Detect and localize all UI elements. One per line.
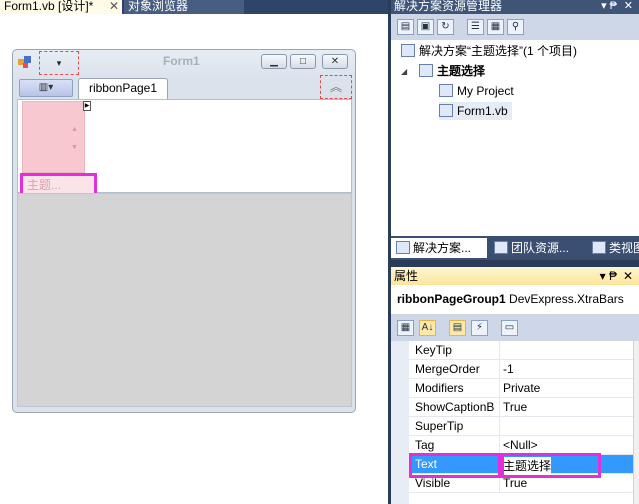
object-type: DevExpress.XtraBars [509,292,624,306]
close-button[interactable]: ✕ [322,54,348,69]
property-object-selector[interactable]: ribbonPageGroup1 DevExpress.XtraBars [391,285,639,315]
property-value: True [503,476,528,490]
designer-surface: ▾ Form1 ▁ □ ✕ ▥▾ ribbonPage1 ︽ ▲ ▼ ▶ 主题.… [0,14,388,504]
view-designer-icon[interactable]: ▦ [487,19,504,35]
properties-header: 属性 ▾ ₱ ✕ [391,267,639,285]
property-row[interactable]: Modifiers Private [409,379,633,398]
property-row[interactable]: MergeOrder -1 [409,360,633,379]
property-value: <Null> [503,438,538,452]
form-icon [18,56,31,68]
categorized-icon[interactable]: ▦ [397,320,414,336]
events-icon[interactable]: ⚡ [471,320,488,336]
scroll-down-icon: ▼ [71,144,78,151]
solution-explorer-icon [396,241,410,254]
column-divider [499,398,500,417]
property-name: SuperTip [415,419,464,433]
tree-label: 主题选择 [437,64,486,78]
class-view-icon [592,241,606,254]
tree-item-my-project[interactable]: My Project [439,82,514,100]
form-window[interactable]: ▾ Form1 ▁ □ ✕ ▥▾ ribbonPage1 ︽ ▲ ▼ ▶ 主题.… [12,49,356,413]
solution-icon [401,44,415,57]
scroll-up-icon: ▲ [71,126,78,133]
column-divider [499,341,500,360]
property-name: ShowCaptionButton [415,400,495,414]
pin-icon[interactable]: ▾ ₱ [601,0,617,13]
panel-title: 解决方案资源管理器 [394,0,503,13]
tab-label: Form1.vb [设计]* [4,0,94,13]
property-value: Private [503,381,541,395]
property-name: Tag [415,438,435,452]
tree-label: Form1.vb [457,104,508,118]
maximize-button[interactable]: □ [290,54,316,69]
vertical-scrollbar[interactable] [633,341,639,504]
close-icon[interactable]: ✕ [624,0,633,13]
tab-label: 对象浏览器 [128,0,189,13]
tab-form1-designer[interactable]: Form1.vb [设计]* ✕ [0,0,122,14]
quick-access-toolbar-dropdown[interactable]: ▾ [39,51,79,75]
panel-gap [391,260,639,267]
property-grid: KeyTip MergeOrder -1 Modifiers Private S… [391,341,639,504]
property-row[interactable]: SuperTip [409,417,633,436]
property-name: MergeOrder [415,362,480,376]
tool-window-tabs: 解决方案... 团队资源... 类视图 [391,236,639,260]
team-explorer-icon [494,241,508,254]
property-value: -1 [503,362,514,376]
property-pages-icon[interactable]: ▭ [501,320,518,336]
tab-label: 类视图 [609,241,639,255]
collapse-icon[interactable]: ◢ [401,67,407,76]
close-icon[interactable]: ✕ [623,267,633,285]
document-tab-strip: Form1.vb [设计]* ✕ 对象浏览器 [0,0,388,14]
minimize-ribbon-button[interactable]: ︽ [320,75,352,99]
grid-margin [391,341,409,504]
close-icon[interactable]: ✕ [109,0,119,13]
column-divider [499,360,500,379]
properties-toolbar: ▦ A↓ ▤ ⚡ ▭ [391,315,639,341]
refresh-icon[interactable]: ↻ [437,19,454,35]
property-value: True [503,400,528,414]
my-project-icon [439,84,453,97]
tab-object-browser[interactable]: 对象浏览器 [124,0,244,14]
object-name: ribbonPageGroup1 [397,292,506,306]
properties-view-icon[interactable]: ▤ [449,320,466,336]
property-name: KeyTip [415,343,452,357]
form-client-area [17,193,352,407]
property-name: Modifiers [415,381,464,395]
highlight-box [501,453,601,478]
tab-class-view[interactable]: 类视图 [587,238,639,258]
class-diagram-icon[interactable]: ⚲ [507,19,524,35]
minimize-button[interactable]: ▁ [261,54,287,69]
highlight-box [409,453,501,478]
panel-title: 属性 [394,269,419,283]
column-divider [499,417,500,436]
tab-label: 解决方案... [413,241,472,255]
tab-solution-explorer[interactable]: 解决方案... [391,238,487,258]
property-name: Visible [415,476,451,490]
column-divider [499,379,500,398]
properties-icon[interactable]: ▤ [397,19,414,35]
pin-icon[interactable]: ▾ ₱ [600,267,617,285]
property-row[interactable]: ShowCaptionButton True [409,398,633,417]
group-expander-icon[interactable]: ▶ [83,101,91,111]
show-all-files-icon[interactable]: ▣ [417,19,434,35]
form-file-icon [439,104,453,117]
application-menu-button[interactable]: ▥▾ [19,79,73,97]
solution-explorer-header: 解决方案资源管理器 ▾ ₱ ✕ [391,0,639,14]
property-row[interactable]: KeyTip [409,341,633,360]
form-title: Form1 [163,54,200,68]
solution-explorer-toolbar: ▤ ▣ ↻ ☰ ▦ ⚲ [391,14,639,40]
alphabetical-icon[interactable]: A↓ [419,320,436,336]
tab-label: 团队资源... [511,241,570,255]
view-code-icon[interactable]: ☰ [467,19,484,35]
ribbon-page-tab[interactable]: ribbonPage1 [78,78,168,99]
tree-item-project[interactable]: 主题选择 [419,62,485,80]
project-icon [419,64,433,77]
tree-item-solution[interactable]: 解决方案“主题选择”(1 个项目) [401,42,577,60]
ribbon-page-group[interactable]: ▲ ▼ ▶ [22,101,91,173]
tree-item-form1[interactable]: Form1.vb [439,102,512,120]
tab-team-explorer[interactable]: 团队资源... [489,238,581,258]
solution-tree: 解决方案“主题选择”(1 个项目) ◢ 主题选择 My Project Form… [391,40,639,236]
ribbon-page-body: ▲ ▼ ▶ 主题... [17,99,352,198]
tree-label: 解决方案“主题选择”(1 个项目) [419,44,577,58]
tree-label: My Project [457,84,514,98]
